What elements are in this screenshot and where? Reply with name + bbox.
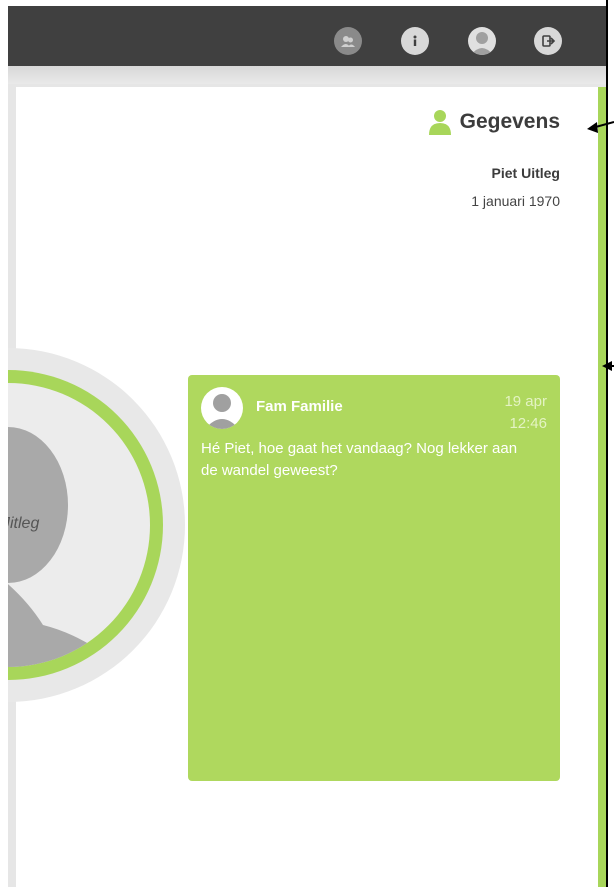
details-title: Gegevens (459, 110, 560, 133)
message-timestamp: 19 apr 12:46 (467, 391, 547, 435)
message-date: 19 apr (504, 393, 547, 410)
top-bar-shadow (8, 66, 614, 84)
side-rail (598, 87, 606, 887)
person-name: Piet Uitleg (491, 165, 560, 181)
message-card[interactable]: Fam Familie 19 apr 12:46 Hé Piet, hoe ga… (188, 375, 560, 781)
top-bar (8, 6, 606, 66)
photo-name-fragment: Jitleg (8, 515, 40, 532)
sender-avatar (201, 387, 243, 429)
contacts-icon[interactable] (334, 27, 362, 55)
info-icon[interactable] (401, 27, 429, 55)
details-heading: Gegevens (428, 109, 560, 135)
message-text: Hé Piet, hoe gaat het vandaag? Nog lekke… (201, 440, 518, 479)
profile-photo[interactable]: Jitleg (8, 325, 208, 725)
person-birthdate: 1 januari 1970 (471, 193, 560, 209)
message-author: Fam Familie (256, 398, 343, 415)
logout-icon[interactable] (534, 27, 562, 55)
window-border (606, 0, 608, 887)
profile-icon[interactable] (468, 27, 496, 55)
person-icon (428, 110, 451, 135)
message-time: 12:46 (509, 415, 547, 432)
